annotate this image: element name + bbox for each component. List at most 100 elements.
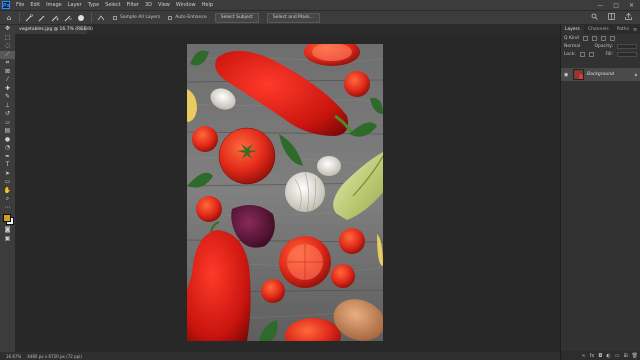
filter-kind-select[interactable]: Q Kind [564, 36, 579, 41]
add-to-selection-icon[interactable] [51, 14, 59, 22]
layer-filter-row: Q Kind [561, 34, 640, 42]
eraser-tool-icon[interactable]: ▱ [0, 119, 15, 128]
menu-help[interactable]: Help [202, 2, 213, 8]
lock-position-icon[interactable] [588, 51, 594, 57]
brush-tool-icon[interactable]: ✎ [0, 93, 15, 102]
hand-tool-icon[interactable]: ✋ [0, 187, 15, 196]
cherry-tomato [261, 279, 285, 303]
menu-file[interactable]: File [16, 2, 24, 8]
lock-label: Lock: [564, 51, 576, 57]
lasso-tool-icon[interactable]: ◌ [0, 42, 15, 51]
search-icon[interactable] [591, 13, 598, 22]
maximize-icon[interactable]: □ [613, 2, 619, 9]
blend-mode-select[interactable]: Normal [564, 44, 580, 49]
filter-type-icon[interactable] [600, 35, 606, 41]
minimize-icon[interactable]: — [597, 2, 603, 9]
adjustment-layer-icon[interactable]: ◐ [606, 353, 610, 359]
pen-tool-icon[interactable]: ✒ [0, 153, 15, 162]
photoshop-logo-icon[interactable]: Ps [2, 1, 10, 9]
opacity-field[interactable] [617, 43, 637, 49]
tab-channels[interactable]: Channels [584, 25, 613, 34]
panel-menu-icon[interactable]: ≡ [633, 27, 637, 33]
workspace-icon[interactable] [608, 13, 615, 22]
quick-selection-icon[interactable] [25, 13, 33, 22]
menu-window[interactable]: Window [176, 2, 196, 8]
cherry-tomato [192, 126, 218, 152]
select-and-mask-button[interactable]: Select and Mask... [266, 12, 321, 23]
quick-selection-tool-icon[interactable]: ⟋ [0, 50, 15, 59]
layers-panel: Layers Channels Paths ≡ Q Kind Normal Op… [560, 25, 640, 360]
new-selection-icon[interactable] [38, 14, 46, 22]
lock-pixels-icon[interactable] [579, 51, 585, 57]
subtract-from-selection-icon[interactable] [64, 14, 72, 22]
close-window-icon[interactable]: ✕ [629, 2, 634, 9]
screen-mode-icon[interactable]: ▣ [0, 235, 15, 244]
lock-icon[interactable]: 🔒︎ [635, 72, 637, 78]
lock-row: Lock: Fill: [561, 50, 640, 58]
menu-image[interactable]: Image [46, 2, 62, 8]
zoom-tool-icon[interactable]: ⌕ [0, 195, 15, 204]
color-swatches[interactable] [0, 212, 15, 226]
menu-view[interactable]: View [158, 2, 170, 8]
zoom-level[interactable]: 16.67% [6, 354, 21, 359]
clone-stamp-tool-icon[interactable]: ⊥ [0, 102, 15, 111]
foreground-color-swatch[interactable] [3, 214, 11, 222]
home-icon[interactable]: ⌂ [5, 14, 13, 22]
big-tomato [219, 128, 275, 184]
auto-enhance-checkbox[interactable]: Auto-Enhance [168, 15, 207, 20]
add-mask-icon[interactable]: ◘ [598, 353, 602, 359]
crop-tool-icon[interactable]: ⌗ [0, 59, 15, 68]
filter-pixel-icon[interactable] [582, 35, 588, 41]
garlic-bulb [285, 172, 325, 212]
filter-adjustment-icon[interactable] [591, 35, 597, 41]
quick-mask-icon[interactable]: ◙ [0, 226, 15, 235]
menu-type[interactable]: Type [88, 2, 99, 8]
divider [19, 13, 20, 22]
layer-row-background[interactable]: ◉ Background 🔒︎ [561, 68, 640, 81]
menu-3d[interactable]: 3D [145, 2, 152, 8]
document-image[interactable] [187, 44, 383, 341]
filter-shape-icon[interactable] [609, 35, 615, 41]
brush-angle-icon[interactable] [97, 14, 105, 22]
frame-tool-icon[interactable]: ⊠ [0, 68, 15, 77]
rectangle-tool-icon[interactable]: ▭ [0, 178, 15, 187]
menu-layer[interactable]: Layer [68, 2, 82, 8]
menu-bar: Ps File Edit Image Layer Type Select Fil… [0, 0, 640, 10]
menu-filter[interactable]: Filter [127, 2, 139, 8]
cherry-tomato [344, 71, 370, 97]
blur-tool-icon[interactable]: ● [0, 136, 15, 145]
eye-icon[interactable]: ◉ [564, 72, 570, 78]
history-brush-tool-icon[interactable]: ↺ [0, 110, 15, 119]
new-group-icon[interactable]: ▭ [615, 353, 620, 359]
canvas-area[interactable] [15, 34, 559, 352]
tab-paths[interactable]: Paths [613, 25, 633, 34]
checkbox-box [113, 15, 117, 20]
path-selection-tool-icon[interactable]: ➤ [0, 170, 15, 179]
status-bar: 16.67% 4480 px x 6720 px (72 ppi) [0, 352, 560, 360]
dodge-tool-icon[interactable]: ◔ [0, 144, 15, 153]
layer-name[interactable]: Background [587, 72, 614, 77]
eyedropper-tool-icon[interactable]: ⁄ [0, 76, 15, 85]
type-tool-icon[interactable]: T [0, 161, 15, 170]
healing-brush-tool-icon[interactable]: ✚ [0, 85, 15, 94]
sample-all-layers-checkbox[interactable]: Sample All Layers [113, 15, 160, 20]
tab-layers[interactable]: Layers [561, 25, 584, 34]
link-layers-icon[interactable]: ∞ [581, 353, 585, 359]
delete-layer-icon[interactable]: 🗑︎ [632, 353, 638, 359]
gradient-tool-icon[interactable]: ▤ [0, 127, 15, 136]
move-tool-icon[interactable]: ✥ [0, 25, 15, 34]
menu-edit[interactable]: Edit [30, 2, 40, 8]
new-layer-icon[interactable]: ⊞ [623, 353, 627, 359]
garlic-clove [317, 156, 341, 176]
select-subject-button[interactable]: Select Subject [214, 12, 259, 23]
close-tab-icon[interactable]: × [79, 25, 83, 34]
share-icon[interactable] [625, 13, 632, 22]
brush-size-icon[interactable] [77, 14, 85, 22]
fill-field[interactable] [617, 51, 637, 57]
panel-tabs: Layers Channels Paths ≡ [561, 25, 640, 34]
document-tab[interactable]: vegetables.jpg @ 16.7% (RGB/8) × [15, 25, 93, 34]
marquee-tool-icon[interactable]: ⬚ [0, 34, 15, 43]
menu-select[interactable]: Select [105, 2, 120, 8]
more-tools-icon[interactable]: ⋯ [0, 204, 15, 213]
layer-style-icon[interactable]: fx [590, 353, 595, 359]
